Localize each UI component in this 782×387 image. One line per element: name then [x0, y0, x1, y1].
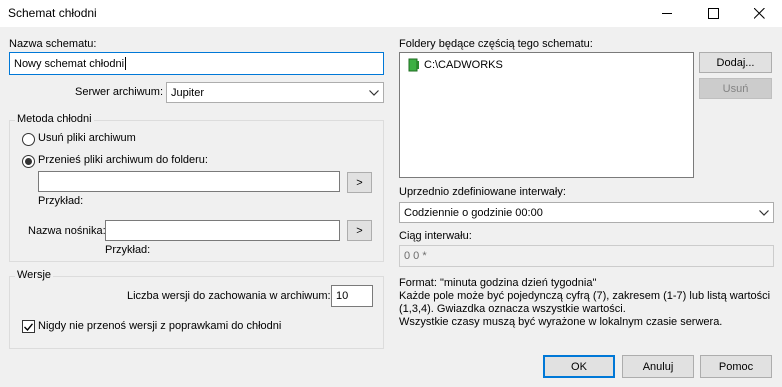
archive-server-label: Serwer archiwum: [75, 86, 164, 98]
schema-name-input[interactable]: Nowy schemat chłodni [9, 52, 384, 75]
versions-count-label: Liczba wersji do zachowania w archiwum: [127, 290, 331, 302]
browse-media-button[interactable]: > [347, 220, 372, 241]
checkmark-icon [24, 322, 33, 331]
move-archive-radio[interactable] [22, 155, 35, 168]
folders-list[interactable]: C:\CADWORKS [399, 52, 694, 178]
ok-button[interactable]: OK [543, 355, 615, 378]
close-icon [753, 8, 765, 19]
format-line-3: (1,3,4). Gwiazdka oznacza wszystkie wart… [399, 303, 626, 315]
example-label-2: Przykład: [105, 244, 151, 256]
cancel-button[interactable]: Anuluj [622, 355, 694, 378]
move-archive-label: Przenieś pliki archiwum do folderu: [38, 154, 208, 166]
never-move-checkbox[interactable] [22, 320, 35, 333]
interval-string-label: Ciąg interwału: [399, 230, 472, 242]
versions-group [9, 276, 384, 349]
minimize-icon [661, 13, 672, 14]
interval-string-value: 0 0 * [404, 250, 427, 262]
format-line-4: Wszystkie czasy muszą być wyrażone w lok… [399, 316, 723, 328]
interval-string-input[interactable]: 0 0 * [399, 245, 774, 267]
maximize-icon [707, 8, 719, 19]
media-name-label: Nazwa nośnika: [28, 225, 106, 237]
vault-folder-icon [408, 58, 419, 72]
intervals-label: Uprzednio zdefiniowane interwały: [399, 186, 566, 198]
folders-label: Foldery będące częścią tego schematu: [399, 38, 593, 50]
text-cursor [125, 57, 127, 70]
remove-folder-button[interactable]: Usuń [699, 78, 772, 99]
radio-selected-dot [25, 158, 32, 165]
archive-server-value: Jupiter [171, 86, 205, 99]
delete-archive-label: Usuń pliki archiwum [38, 132, 136, 144]
method-group-label: Metoda chłodni [15, 113, 94, 125]
format-line-1: Format: "minuta godzina dzień tygodnia" [399, 277, 597, 289]
help-button[interactable]: Pomoc [700, 355, 772, 378]
add-folder-button[interactable]: Dodaj... [699, 52, 772, 73]
never-move-label: Nigdy nie przenoś wersji z poprawkami do… [38, 320, 282, 332]
example-label-1: Przykład: [38, 195, 84, 207]
versions-group-label: Wersje [15, 269, 54, 281]
chevron-down-icon [759, 209, 769, 216]
schema-name-label: Nazwa schematu: [9, 38, 97, 50]
browse-folder-button[interactable]: > [347, 172, 372, 193]
format-line-2: Każde pole może być pojedynczą cyfrą (7)… [399, 290, 771, 302]
media-name-input[interactable] [105, 220, 340, 241]
list-item[interactable]: C:\CADWORKS [408, 58, 503, 72]
schema-name-value: Nowy schemat chłodni [14, 57, 125, 70]
minimize-button[interactable] [644, 0, 690, 27]
intervals-select[interactable]: Codziennie o godzinie 00:00 [399, 202, 774, 223]
folder-path: C:\CADWORKS [424, 59, 503, 71]
versions-count-input[interactable]: 10 [331, 285, 373, 307]
archive-server-select[interactable]: Jupiter [166, 82, 384, 103]
close-button[interactable] [736, 0, 782, 27]
chevron-down-icon [369, 89, 379, 96]
delete-archive-radio[interactable] [22, 133, 35, 146]
window-title: Schemat chłodni [8, 6, 97, 20]
archive-folder-input[interactable] [38, 171, 340, 192]
intervals-value: Codziennie o godzinie 00:00 [404, 206, 543, 219]
versions-count-value: 10 [336, 290, 349, 302]
maximize-button[interactable] [690, 0, 736, 27]
